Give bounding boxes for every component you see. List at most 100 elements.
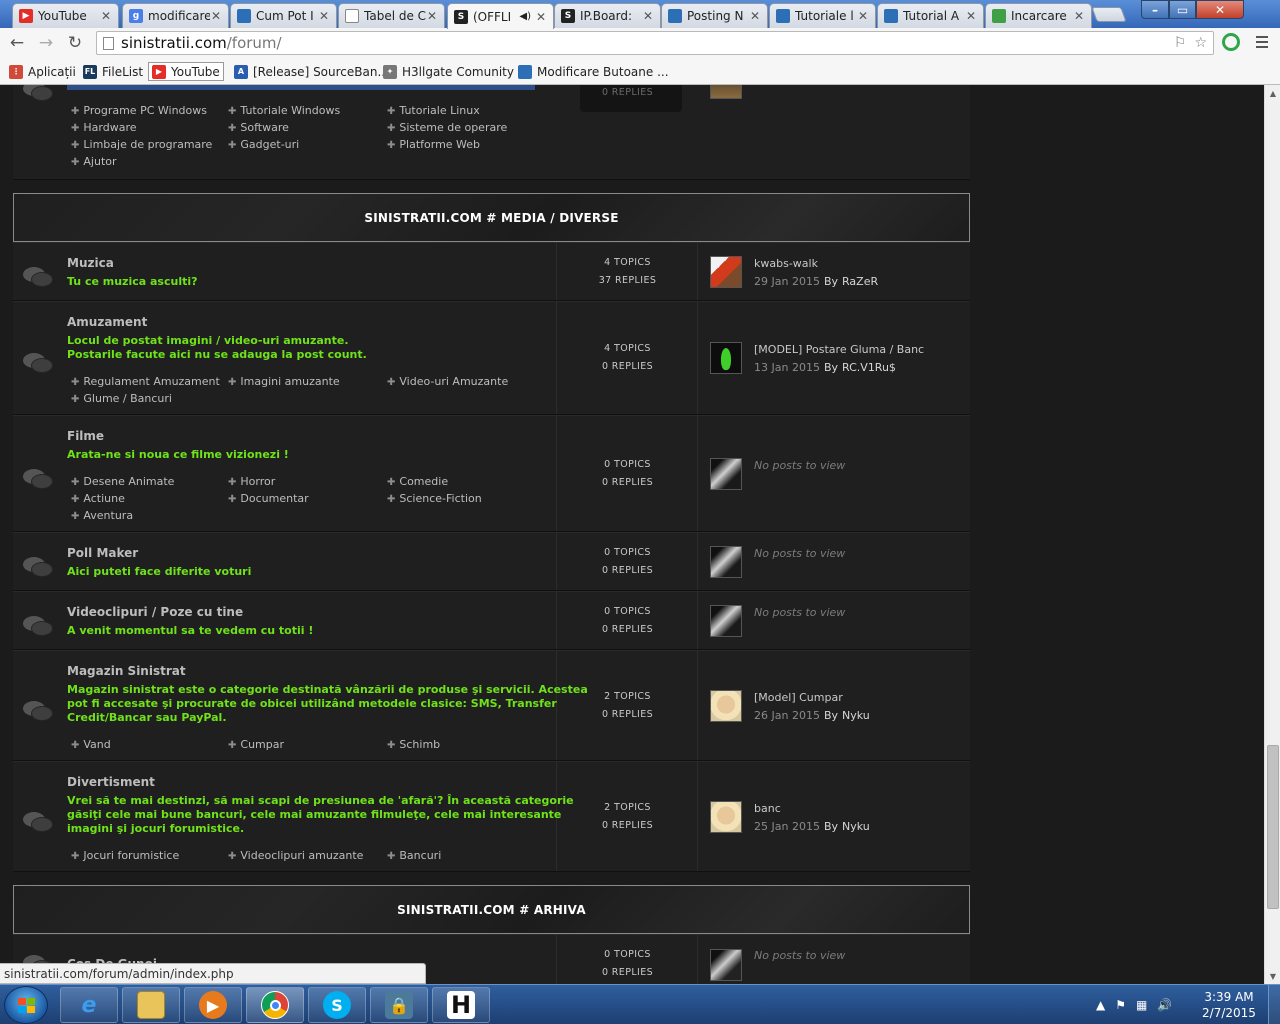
category-title[interactable]: SINISTRATII.COM # MEDIA / DIVERSE <box>364 211 618 225</box>
scroll-down-arrow-icon[interactable]: ▼ <box>1265 968 1280 984</box>
last-post-author-link[interactable]: RC.V1Ru$ <box>842 361 896 374</box>
tab-close-icon[interactable]: ✕ <box>857 9 869 23</box>
subforum-link[interactable]: ✚ Imagini amuzante <box>228 375 340 388</box>
forum-title-link[interactable]: Magazin Sinistrat <box>67 664 186 678</box>
tab-close-icon[interactable]: ✕ <box>318 9 330 23</box>
subforum-link[interactable]: ✚ Sisteme de operare <box>387 121 507 134</box>
subforum-link[interactable]: ✚ Ajutor <box>71 155 117 168</box>
bookmark-item[interactable]: ⋮ Aplicații <box>6 62 79 81</box>
subforum-link[interactable]: ✚ Tutoriale Windows <box>228 104 340 117</box>
page-scrollbar[interactable]: ▲ ▼ <box>1264 85 1280 984</box>
forum-title-link[interactable]: Divertisment <box>67 775 155 789</box>
subforum-link[interactable]: ✚ Horror <box>228 475 275 488</box>
close-window-button[interactable]: ✕ <box>1196 0 1244 19</box>
tab-close-icon[interactable]: ✕ <box>100 9 112 23</box>
forum-title-link[interactable]: Poll Maker <box>67 546 138 560</box>
reload-icon[interactable]: ↻ <box>64 33 86 53</box>
taskbar-explorer[interactable] <box>122 987 180 1023</box>
taskbar-chrome[interactable] <box>246 987 304 1023</box>
last-post-title-link[interactable]: [Model] Cumpar <box>754 691 843 704</box>
subforum-link[interactable]: ✚ Gadget-uri <box>228 138 299 151</box>
subforum-link[interactable]: ✚ Schimb <box>387 738 440 751</box>
last-post-avatar[interactable] <box>710 457 742 490</box>
subforum-link[interactable]: ✚ Programe PC Windows <box>71 104 207 117</box>
subforum-link[interactable]: ✚ Science-Fiction <box>387 492 482 505</box>
subforum-link[interactable]: ✚ Bancuri <box>387 849 441 862</box>
taskbar-app-lock[interactable]: 🔒 <box>370 987 428 1023</box>
subforum-link[interactable]: ✚ Regulament Amuzament <box>71 375 220 388</box>
forum-title-link[interactable]: Muzica <box>67 256 114 270</box>
browser-tab[interactable]: Posting N ✕ <box>661 3 768 28</box>
category-header-media[interactable]: SINISTRATII.COM # MEDIA / DIVERSE <box>13 193 970 242</box>
forum-title-link[interactable]: Videoclipuri / Poze cu tine <box>67 605 243 619</box>
forward-arrow-icon[interactable]: → <box>35 33 57 53</box>
scrollbar-thumb[interactable] <box>1267 745 1279 909</box>
subforum-link[interactable]: ✚ Actiune <box>71 492 125 505</box>
browser-tab[interactable]: Tutoriale l ✕ <box>769 3 876 28</box>
tab-close-icon[interactable]: ✕ <box>642 9 654 23</box>
action-center-flag-icon[interactable]: ⚑ <box>1115 998 1126 1012</box>
tab-close-icon[interactable]: ✕ <box>210 9 222 23</box>
system-clock[interactable]: 3:39 AM 2/7/2015 <box>1196 989 1262 1021</box>
taskbar-hlgame[interactable]: H <box>432 987 490 1023</box>
tab-close-icon[interactable]: ✕ <box>965 9 977 23</box>
maximize-button[interactable]: ▭ <box>1169 0 1196 19</box>
browser-tab[interactable]: g modificare ✕ <box>122 3 229 28</box>
network-icon[interactable]: ▦ <box>1136 998 1147 1012</box>
bookmark-item[interactable]: FL FileList <box>80 62 146 81</box>
tab-close-icon[interactable]: ✕ <box>426 9 438 23</box>
last-post-avatar[interactable] <box>710 255 742 288</box>
back-arrow-icon[interactable]: ← <box>6 33 28 53</box>
last-post-author-link[interactable]: Nyku <box>842 709 870 722</box>
taskbar-internet-explorer[interactable]: e <box>60 987 118 1023</box>
browser-tab[interactable]: S IP.Board: ✕ <box>554 3 661 28</box>
minimize-button[interactable]: – <box>1141 0 1169 19</box>
subforum-link[interactable]: ✚ Vand <box>71 738 111 751</box>
category-title[interactable]: SINISTRATII.COM # ARHIVA <box>397 903 586 917</box>
bookmark-item[interactable]: Modificare Butoane ... <box>515 62 672 81</box>
last-post-title-link[interactable]: banc <box>754 802 781 815</box>
subforum-link[interactable]: ✚ Tutoriale Linux <box>387 104 480 117</box>
subforum-link[interactable]: ✚ Video-uri Amuzante <box>387 375 508 388</box>
subforum-link[interactable]: ✚ Platforme Web <box>387 138 480 151</box>
browser-tab[interactable]: ▶ YouTube ✕ <box>12 3 119 28</box>
subforum-link[interactable]: ✚ Documentar <box>228 492 309 505</box>
tray-expand-icon[interactable]: ▲ <box>1096 998 1105 1012</box>
bookmark-item[interactable]: ▶ YouTube <box>148 62 224 81</box>
last-post-avatar[interactable] <box>710 949 742 981</box>
last-post-title-link[interactable]: kwabs-walk <box>754 257 818 270</box>
subforum-link[interactable]: ✚ Videoclipuri amuzante <box>228 849 363 862</box>
browser-tab[interactable]: Incarcare ✕ <box>985 3 1092 28</box>
forum-title-link[interactable]: Filme <box>67 429 104 443</box>
subforum-link[interactable]: ✚ Software <box>228 121 289 134</box>
bookmark-star-icon[interactable]: ☆ <box>1194 35 1207 51</box>
show-desktop-button[interactable] <box>1268 985 1280 1024</box>
volume-icon[interactable]: 🔊 <box>1157 998 1172 1012</box>
bookmark-item[interactable]: A [Release] SourceBan... <box>231 62 392 81</box>
translate-icon[interactable]: ⚐ <box>1174 35 1187 51</box>
last-post-author-link[interactable]: RaZeR <box>842 275 878 288</box>
start-button[interactable] <box>4 986 48 1024</box>
browser-tab[interactable]: Tabel de C ✕ <box>338 3 445 28</box>
tab-close-icon[interactable]: ✕ <box>749 9 761 23</box>
taskbar-media-player[interactable]: ▶ <box>184 987 242 1023</box>
last-post-avatar[interactable] <box>710 85 742 99</box>
browser-tab[interactable]: Tutorial A ✕ <box>877 3 984 28</box>
bookmark-item[interactable]: ✦ H3llgate Comunity <box>380 62 517 81</box>
subforum-link[interactable]: ✚ Desene Animate <box>71 475 174 488</box>
last-post-avatar[interactable] <box>710 689 742 722</box>
last-post-avatar[interactable] <box>710 545 742 578</box>
subforum-link[interactable]: ✚ Hardware <box>71 121 137 134</box>
subforum-link[interactable]: ✚ Jocuri forumistice <box>71 849 179 862</box>
chrome-menu-icon[interactable] <box>1256 36 1268 51</box>
subforum-link[interactable]: ✚ Glume / Bancuri <box>71 392 172 405</box>
last-post-author-link[interactable]: Nyku <box>842 820 870 833</box>
new-tab-button[interactable] <box>1091 7 1127 22</box>
last-post-avatar[interactable] <box>710 800 742 833</box>
last-post-avatar[interactable] <box>710 342 742 374</box>
last-post-avatar[interactable] <box>710 604 742 637</box>
subforum-link[interactable]: ✚ Limbaje de programare <box>71 138 212 151</box>
taskbar-skype[interactable]: S <box>308 987 366 1023</box>
last-post-title-link[interactable]: [MODEL] Postare Gluma / Banc <box>754 343 924 356</box>
browser-tab[interactable]: Cum Pot I ✕ <box>230 3 337 28</box>
